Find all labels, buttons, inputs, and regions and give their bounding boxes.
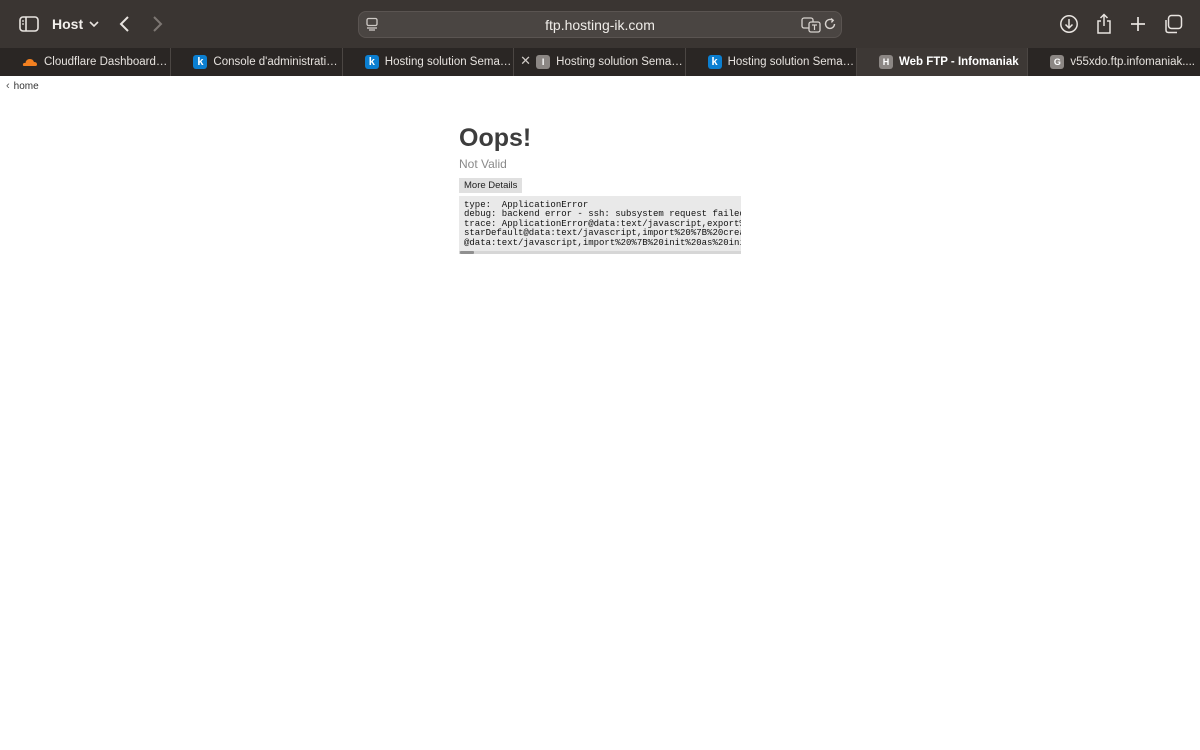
tab-console[interactable]: k Console d'administratio...	[171, 48, 343, 76]
letter-h-icon: H	[878, 55, 893, 69]
url-text[interactable]: ftp.hosting-ik.com	[359, 17, 841, 33]
home-label: home	[13, 80, 39, 92]
tab-hosting-2[interactable]: ✕ I Hosting solution Semas...	[514, 48, 686, 76]
error-line: @data:text/javascript,import%20%7B%20ini…	[464, 237, 741, 248]
page-title: Oops!	[459, 124, 532, 152]
profile-switcher[interactable]: Host	[52, 14, 99, 34]
tab-title: Web FTP - Infomaniak	[898, 56, 1019, 68]
horizontal-scrollbar[interactable]	[459, 251, 741, 254]
share-icon[interactable]	[1094, 12, 1114, 36]
home-link[interactable]: ‹ home	[6, 80, 39, 92]
address-bar[interactable]: ftp.hosting-ik.com	[358, 11, 842, 38]
scrollbar-thumb[interactable]	[460, 251, 474, 254]
tab-title: Hosting solution Semas...	[556, 56, 685, 68]
tab-title: Hosting solution Semas...	[727, 56, 856, 68]
chevron-down-icon	[89, 21, 99, 28]
letter-i-icon: I	[536, 55, 551, 69]
tab-title: Hosting solution Semas...	[384, 56, 514, 68]
tab-hosting-3[interactable]: k Hosting solution Semas...	[686, 48, 857, 76]
infomaniak-k-icon: k	[364, 55, 379, 69]
more-details-button[interactable]: More Details	[459, 178, 523, 193]
tab-title: Console d'administratio...	[213, 56, 342, 68]
tab-overview-icon[interactable]	[1162, 13, 1184, 35]
tab-hosting-1[interactable]: k Hosting solution Semas...	[343, 48, 515, 76]
letter-g-icon: G	[1050, 55, 1065, 69]
tab-title: Cloudflare Dashboard |...	[44, 56, 171, 68]
error-subtitle: Not Valid	[459, 157, 507, 171]
infomaniak-k-icon: k	[193, 55, 208, 69]
tab-cloudflare[interactable]: Cloudflare Dashboard |...	[0, 48, 172, 76]
sidebar-toggle-icon[interactable]	[16, 13, 42, 35]
tab-v55xdo[interactable]: G v55xdo.ftp.infomaniak....	[1028, 48, 1199, 76]
tab-bar: Cloudflare Dashboard |... k Console d'ad…	[0, 48, 1200, 76]
translate-icon[interactable]	[801, 16, 821, 34]
reload-icon[interactable]	[823, 17, 839, 33]
infomaniak-k-icon: k	[707, 55, 722, 69]
close-icon[interactable]: ✕	[520, 54, 532, 67]
tab-web-ftp[interactable]: H Web FTP - Infomaniak	[856, 48, 1029, 76]
profile-label: Host	[52, 16, 84, 32]
back-icon[interactable]	[114, 13, 134, 35]
error-details-text: type: ApplicationError debug: backend er…	[459, 196, 741, 248]
forward-icon[interactable]	[148, 13, 168, 35]
download-icon[interactable]	[1058, 13, 1080, 35]
error-details-box[interactable]: type: ApplicationError debug: backend er…	[459, 196, 741, 254]
tab-title: v55xdo.ftp.infomaniak....	[1070, 56, 1195, 68]
chevron-left-icon: ‹	[6, 80, 10, 92]
cloudflare-icon	[22, 57, 38, 67]
browser-toolbar: Host ftp.hosting-ik.com	[0, 0, 1200, 48]
new-tab-icon[interactable]	[1128, 13, 1148, 35]
